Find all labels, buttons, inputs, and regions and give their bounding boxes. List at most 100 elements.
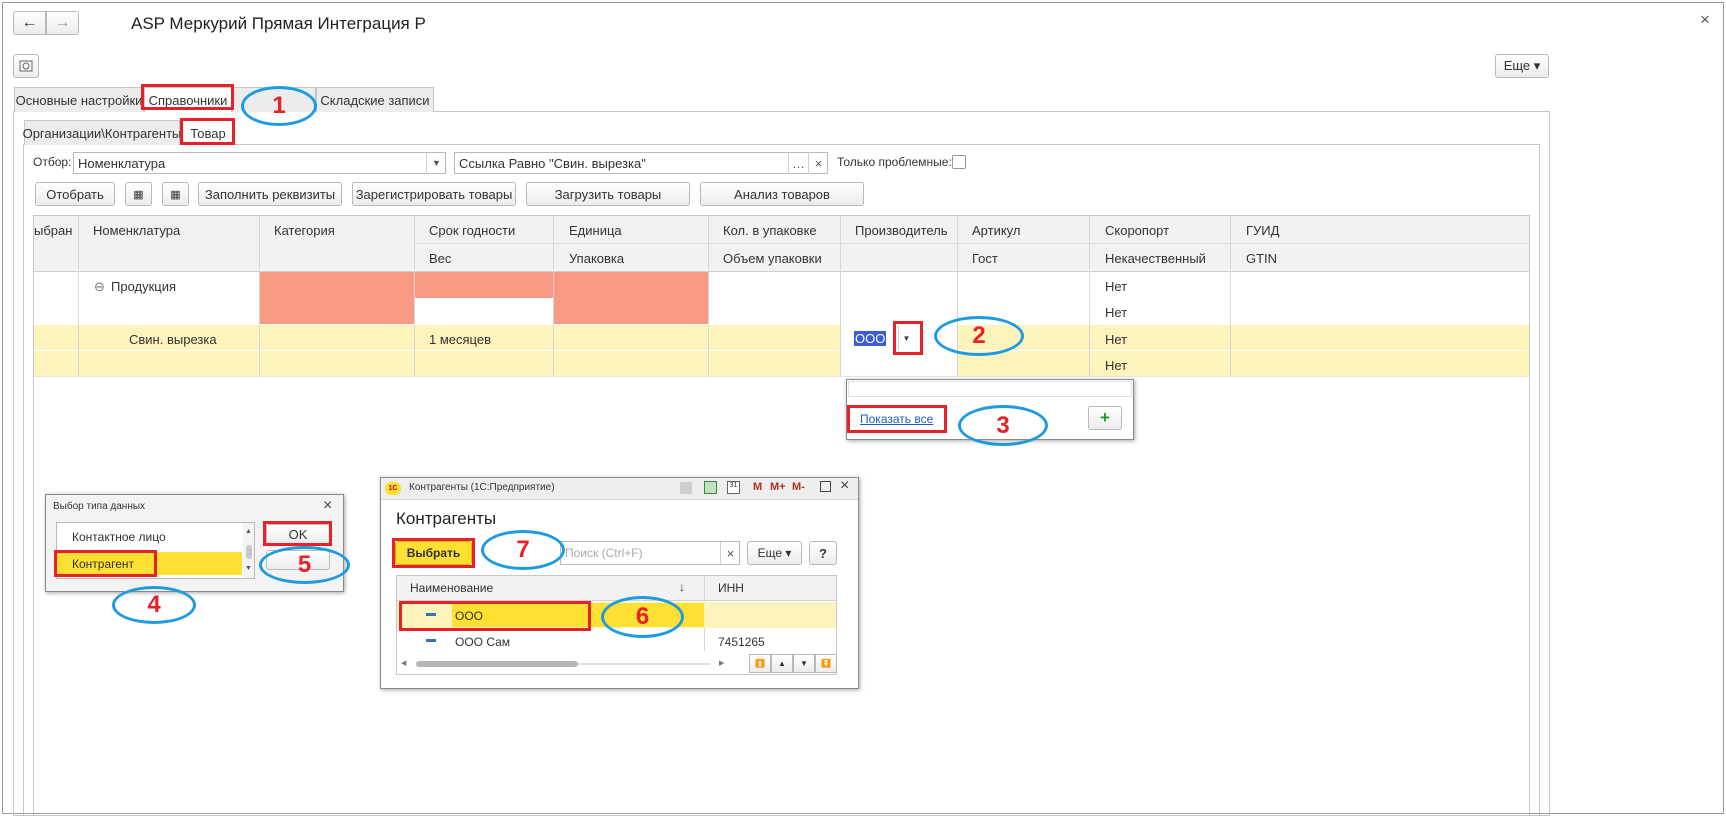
- first-page-icon[interactable]: ⏫: [749, 654, 771, 673]
- col-gtin[interactable]: GTIN: [1246, 251, 1277, 266]
- maximize-icon[interactable]: [820, 481, 831, 492]
- contractor-inn: 7451265: [718, 635, 765, 649]
- callout-6: 6: [601, 596, 684, 638]
- memory-minus-icon[interactable]: M-: [792, 481, 805, 493]
- item-shelf-life: 1 месяцев: [429, 332, 491, 347]
- problem-only-checkbox[interactable]: [952, 155, 966, 169]
- select-button[interactable]: Отобрать: [35, 182, 115, 206]
- dropdown-empty-item[interactable]: [848, 381, 1132, 397]
- row-split-b: [958, 350, 1529, 351]
- group-name: Продукция: [111, 279, 177, 294]
- ellipsis-icon[interactable]: …: [788, 152, 808, 174]
- callout-3: 3: [958, 405, 1048, 446]
- forward-button[interactable]: →: [46, 11, 79, 35]
- col-category[interactable]: Категория: [274, 223, 335, 238]
- scroll-thumb[interactable]: [246, 545, 252, 559]
- col-pack-volume[interactable]: Объем упаковки: [723, 251, 822, 266]
- col-shelf-life[interactable]: Срок годности: [429, 223, 515, 238]
- filter-label: Отбор:: [33, 155, 72, 169]
- contractors-header: Контрагенты: [396, 509, 497, 528]
- sep: [553, 216, 554, 376]
- manufacturer-input-value[interactable]: ООО: [854, 331, 887, 346]
- annotation-box-goods: [180, 118, 235, 145]
- help-button[interactable]: ?: [809, 541, 837, 565]
- sort-desc-icon[interactable]: ↓: [679, 580, 685, 594]
- fill-props-button[interactable]: Заполнить реквизиты: [198, 182, 342, 206]
- col-weight[interactable]: Вес: [429, 251, 451, 266]
- load-goods-button[interactable]: Загрузить товары: [526, 182, 690, 206]
- group-defective: Нет: [1105, 305, 1128, 320]
- analyze-goods-button[interactable]: Анализ товаров: [700, 182, 864, 206]
- col-article[interactable]: Артикул: [972, 223, 1020, 238]
- scroll-left-icon[interactable]: ◀: [401, 659, 406, 667]
- collapse-icon[interactable]: ⊖: [94, 279, 105, 295]
- chevron-down-icon[interactable]: ▼: [426, 152, 446, 174]
- row-split-a: [34, 350, 840, 351]
- settings-button[interactable]: [13, 54, 39, 78]
- list-add-button[interactable]: ▦: [162, 182, 189, 206]
- arrow-right-icon: →: [54, 14, 71, 31]
- app-logo-icon: 1С: [385, 482, 401, 495]
- col-manufacturer[interactable]: Производитель: [855, 223, 948, 238]
- sep: [414, 216, 415, 376]
- gear-icon: [19, 60, 33, 72]
- close-icon[interactable]: ×: [323, 497, 332, 515]
- annotation-box-ok: [263, 521, 332, 546]
- annotation-box-dropdown: [893, 321, 923, 355]
- search-input[interactable]: Поиск (Ctrl+F): [560, 541, 740, 565]
- type-item-contact[interactable]: Контактное лицо: [72, 530, 166, 544]
- scroll-up-icon[interactable]: ▲: [245, 528, 252, 535]
- col-gost[interactable]: Гост: [972, 251, 998, 266]
- add-icon[interactable]: +: [1088, 406, 1122, 430]
- last-page-icon[interactable]: ⏬: [815, 654, 837, 673]
- grid-icon: ▦: [133, 188, 144, 201]
- header-split-2: [958, 243, 1529, 244]
- col-inn[interactable]: ИНН: [718, 581, 744, 595]
- list-settings-button[interactable]: ▦: [125, 182, 152, 206]
- filter-field-input[interactable]: Номенклатура: [73, 152, 446, 174]
- item-name: Свин. вырезка: [129, 332, 217, 347]
- filter-condition-input[interactable]: Ссылка Равно "Свин. вырезка": [454, 152, 828, 174]
- back-button[interactable]: ←: [13, 11, 46, 35]
- contractors-more-button[interactable]: Еще ▾: [747, 541, 802, 565]
- calendar-icon[interactable]: 31: [727, 481, 740, 494]
- rows-bottom: [34, 376, 1529, 377]
- col-name[interactable]: Наименование: [410, 581, 493, 595]
- sep: [259, 216, 260, 376]
- arrow-left-icon: ←: [21, 14, 38, 31]
- col-selected[interactable]: ыбран: [34, 223, 72, 238]
- col-pack-qty[interactable]: Кол. в упаковке: [723, 223, 817, 238]
- tab-warehouse-records[interactable]: Складские записи: [316, 87, 434, 112]
- clear-icon[interactable]: ×: [808, 152, 828, 174]
- callout-2: 2: [934, 316, 1024, 356]
- col-defective[interactable]: Некачественный: [1105, 251, 1206, 266]
- group-perishable: Нет: [1105, 279, 1128, 294]
- col-unit[interactable]: Единица: [569, 223, 622, 238]
- register-goods-button[interactable]: Зарегистрировать товары: [352, 182, 516, 206]
- col-perishable[interactable]: Скоропорт: [1105, 223, 1169, 238]
- close-icon[interactable]: ×: [840, 477, 849, 495]
- tab-main-settings[interactable]: Основные настройки: [14, 87, 144, 112]
- col-nomenclature[interactable]: Номенклатура: [93, 223, 180, 238]
- page-down-icon[interactable]: ▼: [793, 654, 815, 673]
- problem-only-label: Только проблемные:: [837, 155, 952, 169]
- contractor-name: ООО Сам: [455, 635, 511, 649]
- callout-5: 5: [259, 546, 350, 584]
- clear-search-icon[interactable]: ×: [720, 542, 740, 564]
- col-package[interactable]: Упаковка: [569, 251, 624, 266]
- scroll-down-icon[interactable]: ▼: [245, 565, 252, 572]
- category-cell-error: [260, 272, 414, 324]
- filter-field-value: Номенклатура: [78, 155, 166, 171]
- print-icon[interactable]: [680, 482, 692, 494]
- more-button[interactable]: Еще ▾: [1495, 54, 1549, 78]
- memory-plus-icon[interactable]: M+: [770, 481, 786, 493]
- scroll-right-icon[interactable]: ▶: [719, 659, 724, 667]
- filter-condition-value: Ссылка Равно "Свин. вырезка": [459, 155, 646, 171]
- calculator-icon[interactable]: [704, 481, 717, 494]
- h-scroll-thumb[interactable]: [416, 661, 578, 667]
- close-icon[interactable]: ×: [1700, 10, 1710, 30]
- memory-m-icon[interactable]: M: [753, 481, 762, 493]
- page-up-icon[interactable]: ▲: [771, 654, 793, 673]
- tab-organizations[interactable]: Организации\Контрагенты: [23, 120, 181, 145]
- col-guid[interactable]: ГУИД: [1246, 223, 1279, 238]
